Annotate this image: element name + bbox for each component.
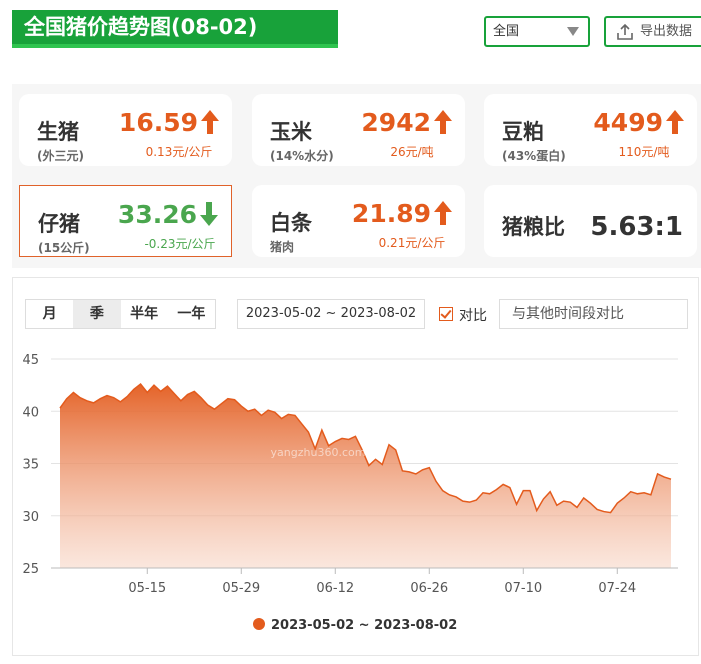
card-change: 26元/吨 — [390, 145, 434, 159]
card-change: -0.23元/公斤 — [144, 237, 216, 251]
x-tick-label: 06-26 — [410, 581, 448, 596]
y-tick-label: 35 — [22, 458, 39, 473]
x-tick-label: 06-12 — [316, 581, 354, 596]
x-tick-label: 07-10 — [504, 581, 542, 596]
y-tick-label: 30 — [22, 510, 39, 525]
x-tick-label: 05-15 — [128, 581, 166, 596]
card-soybean-meal[interactable]: 豆粕 (43%蛋白) 4499 110元/吨 — [484, 94, 697, 166]
card-ratio: 5.63:1 — [590, 212, 683, 242]
card-name: 玉米 — [270, 120, 312, 144]
export-label: 导出数据 — [640, 24, 693, 39]
card-sub: (外三元) — [37, 149, 84, 163]
chart-panel: 月 季 半年 一年 2023-05-02 ~ 2023-08-02 对比 与其他… — [12, 277, 699, 656]
card-name: 生猪 — [37, 120, 79, 144]
page-title: 全国猪价趋势图(08-02) — [12, 10, 338, 48]
card-name: 仔猪 — [38, 212, 80, 236]
arrow-up-icon — [201, 110, 219, 134]
card-change: 0.21元/公斤 — [378, 236, 446, 250]
card-price: 2942 — [361, 108, 431, 137]
region-select-value: 全国 — [493, 24, 520, 39]
x-tick-label: 07-24 — [598, 581, 636, 596]
card-change: 0.13元/公斤 — [145, 145, 213, 159]
arrow-up-icon — [666, 110, 684, 134]
legend-marker — [253, 618, 265, 630]
arrow-down-icon — [200, 202, 218, 226]
export-icon — [617, 23, 633, 40]
card-price: 4499 — [593, 108, 663, 137]
export-button[interactable]: 导出数据 — [604, 16, 701, 47]
card-sub: 猪肉 — [270, 240, 295, 254]
y-tick-label: 45 — [22, 353, 39, 368]
card-sub: (14%水分) — [270, 149, 334, 163]
watermark-text: yangzhu360.com — [271, 446, 366, 459]
card-hog-grain-ratio[interactable]: 猪粮比 5.63:1 — [484, 185, 697, 257]
card-name: 猪粮比 — [502, 215, 565, 239]
chevron-down-icon — [567, 27, 579, 36]
card-name: 豆粕 — [502, 120, 544, 144]
region-select[interactable]: 全国 — [484, 16, 590, 47]
price-cards-panel: 生猪 (外三元) 16.59 0.13元/公斤 玉米 (14%水分) 2942 … — [12, 84, 701, 268]
y-tick-label: 25 — [22, 562, 39, 577]
x-tick-label: 05-29 — [222, 581, 260, 596]
arrow-up-icon — [434, 201, 452, 225]
card-price: 16.59 — [118, 108, 198, 137]
price-trend-chart: yangzhu360.com 25 30 35 40 45 05-15 05-29 06-12… — [22, 353, 678, 633]
card-change: 110元/吨 — [618, 145, 670, 159]
card-piglet[interactable]: 仔猪 (15公斤) 33.26 -0.23元/公斤 — [19, 185, 232, 257]
card-sub: (15公斤) — [38, 241, 90, 255]
card-live-hog[interactable]: 生猪 (外三元) 16.59 0.13元/公斤 — [19, 94, 232, 166]
legend-label: 2023-05-02 ~ 2023-08-02 — [271, 618, 457, 633]
y-tick-label: 40 — [22, 405, 39, 420]
arrow-up-icon — [434, 110, 452, 134]
card-price: 33.26 — [117, 200, 197, 229]
card-price: 21.89 — [351, 199, 431, 228]
card-name: 白条 — [270, 211, 312, 235]
card-sub: (43%蛋白) — [502, 149, 566, 163]
card-corn[interactable]: 玉米 (14%水分) 2942 26元/吨 — [252, 94, 465, 166]
card-carcass-pork[interactable]: 白条 猪肉 21.89 0.21元/公斤 — [252, 185, 465, 257]
